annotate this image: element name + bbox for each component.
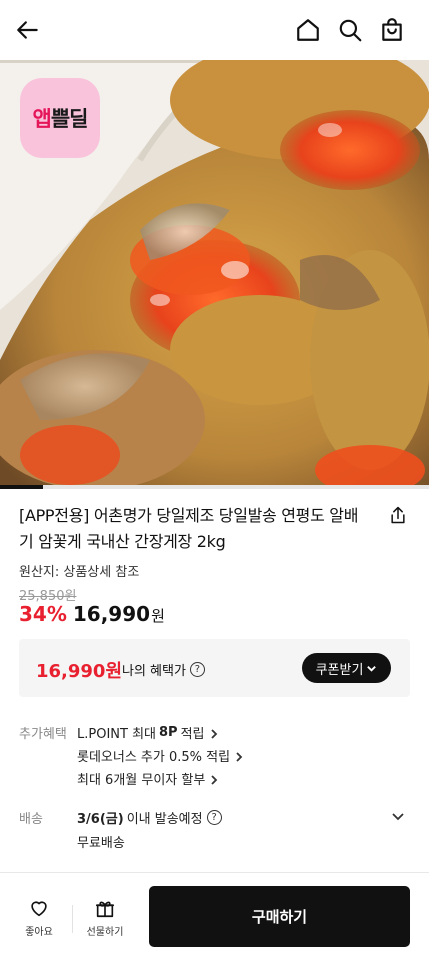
product-image-carousel[interactable]: 앱 쁠딜 — [0, 60, 429, 488]
lotte-owners-benefit-link[interactable]: 롯데오너스 추가 0.5% 적립 — [77, 746, 244, 765]
arrow-left-icon — [17, 21, 38, 39]
benefit-box: 16,990원 나의 혜택가 ? 쿠폰받기 — [19, 639, 410, 697]
shipping-date-row: 3/6(금) 이내 발송예정 ? — [77, 808, 222, 827]
lpoint-suffix: 적립 — [180, 727, 205, 742]
like-label: 좋아요 — [25, 927, 53, 938]
lpoint-points: 8P — [159, 725, 178, 740]
badge-text-deal: 쁠딜 — [50, 107, 89, 131]
bottom-action-bar: 좋아요 선물하기 구매하기 — [0, 872, 429, 960]
top-bar — [0, 0, 429, 60]
benefit-label: 나의 혜택가 — [122, 664, 186, 679]
shipping-fee: 무료배송 — [77, 832, 125, 851]
image-progress-bar — [0, 485, 429, 489]
home-button[interactable] — [294, 16, 322, 44]
discount-rate: 34% — [19, 602, 67, 626]
search-icon — [339, 19, 362, 42]
currency-unit: 원 — [151, 607, 165, 625]
chevron-down-icon — [392, 813, 404, 821]
search-button[interactable] — [336, 16, 364, 44]
chevron-right-icon — [234, 751, 244, 762]
back-button[interactable] — [14, 16, 42, 44]
gift-label: 선물하기 — [86, 927, 124, 938]
share-button[interactable] — [388, 505, 410, 527]
lotte-owners-text: 롯데오너스 추가 0.5% 적립 — [77, 750, 231, 765]
shipping-date: 3/6(금) — [77, 812, 124, 827]
origin-text: 원산지: 상품상세 참조 — [19, 565, 140, 580]
chevron-right-icon — [209, 728, 219, 739]
chevron-right-icon — [209, 774, 219, 785]
installment-benefit-link[interactable]: 최대 6개월 무이자 할부 — [77, 769, 219, 788]
cart-button[interactable] — [378, 16, 406, 44]
lpoint-benefit-link[interactable]: L.POINT 최대 8P 적립 — [77, 723, 219, 742]
app-deal-badge: 앱 쁠딜 — [20, 78, 100, 158]
image-progress-fill — [0, 485, 43, 489]
shipping-expand-button[interactable] — [390, 808, 406, 824]
gift-icon — [95, 901, 115, 918]
installment-text: 최대 6개월 무이자 할부 — [77, 773, 206, 788]
shopping-bag-icon — [382, 18, 402, 41]
benefit-price: 16,990원 — [36, 661, 123, 682]
bottom-divider — [72, 905, 73, 933]
shipping-label: 배송 — [19, 812, 43, 827]
coupon-label: 쿠폰받기 — [315, 662, 364, 678]
benefit-label-wrap: 나의 혜택가 ? — [122, 660, 205, 679]
like-button[interactable]: 좋아요 — [14, 897, 64, 941]
coupon-button[interactable]: 쿠폰받기 — [302, 653, 391, 683]
lpoint-text: L.POINT 최대 — [77, 727, 156, 742]
price-row: 34% 16,990 원 — [19, 602, 165, 626]
buy-button[interactable]: 구매하기 — [149, 886, 410, 947]
gift-button[interactable]: 선물하기 — [80, 897, 130, 941]
share-icon — [391, 506, 405, 524]
sale-price: 16,990 — [72, 602, 151, 626]
chevron-down-icon — [367, 665, 377, 672]
extra-benefit-label: 추가혜택 — [19, 727, 67, 742]
home-icon — [297, 19, 319, 41]
help-icon[interactable]: ? — [189, 662, 205, 677]
badge-text-app: 앱 — [32, 107, 52, 131]
shipping-date-suffix: 이내 발송예정 — [126, 812, 203, 827]
shipping-help-icon[interactable]: ? — [206, 810, 222, 825]
heart-icon — [31, 901, 47, 917]
shipping-fee-text: 무료배송 — [77, 836, 125, 851]
product-title: [APP전용] 어촌명가 당일제조 당일발송 연평도 알배기 암꽃게 국내산 간… — [19, 506, 359, 551]
